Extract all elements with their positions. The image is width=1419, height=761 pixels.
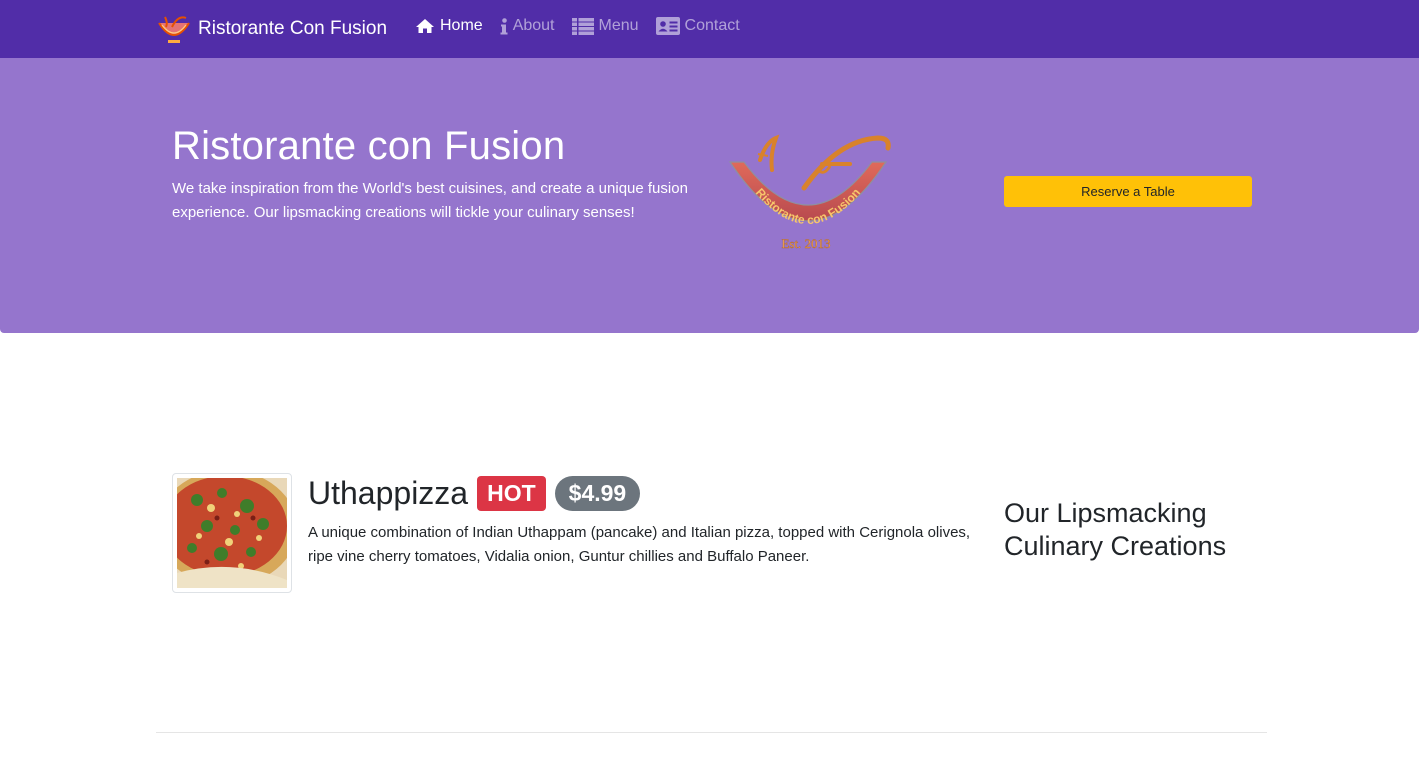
info-icon <box>500 17 508 34</box>
nav-item-home[interactable]: Home <box>415 17 483 35</box>
pizza-image <box>177 478 287 588</box>
navbar: Ristorante Con Fusion Home About Menu Co… <box>0 0 1419 58</box>
nav-links: Home About Menu Contact <box>415 17 757 35</box>
nav-item-label: Contact <box>684 17 740 34</box>
dish-name: Uthappizza <box>308 475 469 511</box>
address-card-icon <box>655 17 680 35</box>
navbar-brand[interactable]: Ristorante Con Fusion <box>156 13 387 45</box>
nav-item-label: Home <box>440 17 483 34</box>
brand-text: Ristorante Con Fusion <box>198 18 388 39</box>
divider <box>156 732 1267 733</box>
dish-heading: Uthappizza HOT $4.99 <box>308 475 641 512</box>
nav-item-contact[interactable]: Contact <box>655 17 740 35</box>
restaurant-logo-icon <box>158 16 190 43</box>
jumbotron-text: We take inspiration from the World's bes… <box>172 180 688 221</box>
home-icon <box>416 19 434 33</box>
reserve-table-button[interactable]: Reserve a Table <box>1004 176 1252 207</box>
nav-item-label: Menu <box>598 17 639 34</box>
hot-badge: HOT <box>477 476 546 511</box>
restaurant-logo-image: Ristorante con Fusion Est. 2013 <box>728 134 891 251</box>
dish-image <box>172 473 292 593</box>
list-icon <box>571 17 594 35</box>
nav-item-menu[interactable]: Menu <box>571 17 639 35</box>
jumbotron: Ristorante con Fusion We take inspiratio… <box>0 58 1419 333</box>
page-title: Ristorante con Fusion <box>172 124 566 168</box>
price-badge: $4.99 <box>554 476 641 511</box>
logo-est: Est. 2013 <box>781 236 830 251</box>
section-title: Our Lipsmacking Culinary Creations <box>1004 498 1227 561</box>
nav-item-about[interactable]: About <box>500 17 555 35</box>
dish-description: A unique combination of Indian Uthappam … <box>308 524 971 565</box>
nav-item-label: About <box>512 17 555 34</box>
